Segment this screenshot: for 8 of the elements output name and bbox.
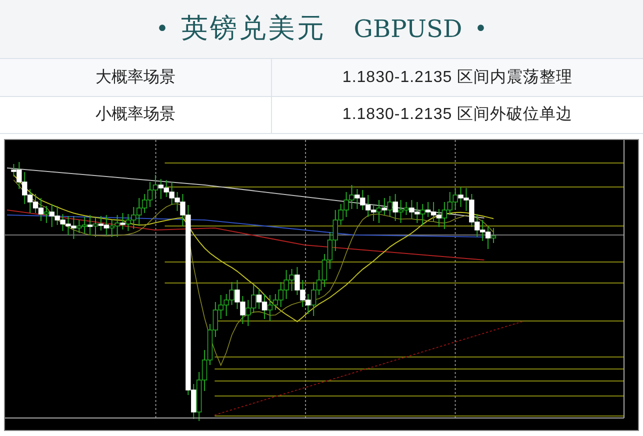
- bullet-icon: •: [474, 12, 488, 46]
- table-cell-text: 大概率场景: [96, 68, 176, 88]
- table-cell-text: 1.1830-1.2135 区间内震荡整理: [342, 68, 573, 88]
- page-title: 英镑兑美元: [180, 12, 326, 46]
- symbol-title: GBPUSD: [354, 14, 462, 45]
- bullet-icon: •: [156, 12, 169, 46]
- table-cell-text: 1.1830-1.2135 区间外破位单边: [342, 104, 573, 125]
- table-cell-text: 小概率场景: [96, 104, 176, 125]
